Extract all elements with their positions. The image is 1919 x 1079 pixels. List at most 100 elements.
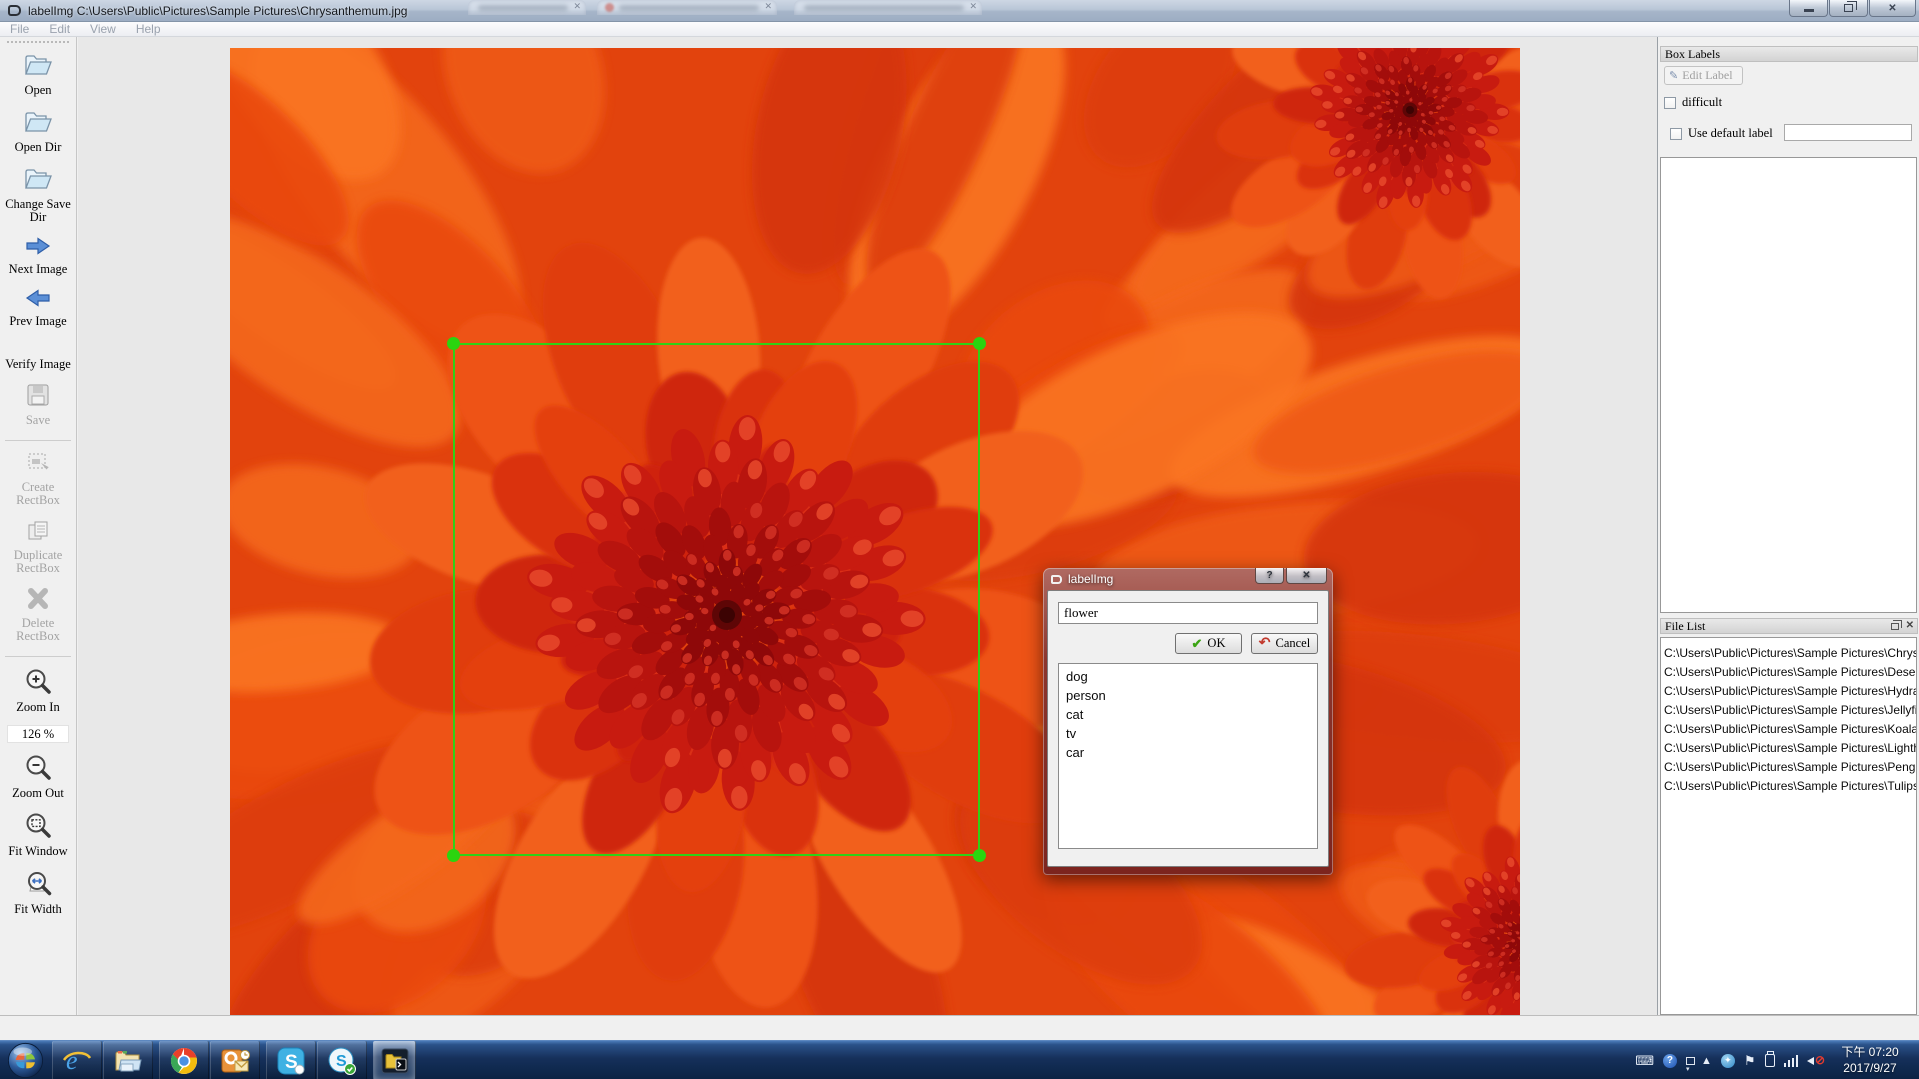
label-option-car[interactable]: car	[1059, 743, 1317, 762]
rectbox-handle-topright[interactable]	[973, 337, 986, 350]
label-option-tv[interactable]: tv	[1059, 724, 1317, 743]
window-tray-icon[interactable]	[1686, 1057, 1695, 1065]
file-list-item[interactable]: C:\Users\Public\Pictures\Sample Pictures…	[1661, 758, 1916, 777]
file-list[interactable]: C:\Users\Public\Pictures\Sample Pictures…	[1660, 637, 1917, 1015]
close-button[interactable]: ✕	[1869, 0, 1916, 17]
status-bar	[0, 1015, 1919, 1040]
taskbar-labelimg[interactable]	[373, 1041, 416, 1079]
annotation-rectbox[interactable]	[453, 343, 980, 856]
rectbox-handle-bottomleft[interactable]	[447, 849, 460, 862]
file-list-item[interactable]: C:\Users\Public\Pictures\Sample Pictures…	[1661, 682, 1916, 701]
label-options-list[interactable]: dog person cat tv car	[1058, 663, 1318, 849]
zoom-out-icon	[24, 753, 52, 786]
box-labels-list[interactable]	[1660, 157, 1917, 613]
file-list-item[interactable]: C:\Users\Public\Pictures\Sample Pictures…	[1661, 777, 1916, 796]
change-save-dir-button[interactable]: Change Save Dir	[0, 165, 76, 224]
delete-rectbox-icon	[25, 586, 51, 616]
window-controls: ✕	[1788, 0, 1916, 17]
menu-file[interactable]: File	[0, 22, 39, 36]
rectbox-handle-bottomright[interactable]	[973, 849, 986, 862]
taskbar-skype-business[interactable]: S	[317, 1041, 367, 1079]
titlebar: labelImg C:\Users\Public\Pictures\Sample…	[0, 0, 1919, 22]
device-tray-icon[interactable]	[1765, 1054, 1775, 1067]
labelimg-taskbar-icon	[381, 1047, 409, 1075]
zoom-in-icon	[24, 667, 52, 700]
help-tray-icon[interactable]: ?	[1663, 1054, 1677, 1068]
restore-button[interactable]	[1829, 0, 1868, 17]
outlook-icon	[220, 1047, 250, 1075]
dialog-app-icon	[1051, 575, 1062, 584]
file-list-item[interactable]: C:\Users\Public\Pictures\Sample Pictures…	[1661, 644, 1916, 663]
taskbar-skype[interactable]: S	[266, 1041, 316, 1079]
file-list-item[interactable]: C:\Users\Public\Pictures\Sample Pictures…	[1661, 739, 1916, 758]
messenger-tray-icon[interactable]: ✦	[1721, 1054, 1735, 1068]
dialog-body: ✔ OK ↶ Cancel dog person cat tv car	[1047, 590, 1329, 867]
prev-image-button[interactable]: Prev Image	[0, 287, 76, 328]
duplicate-rectbox-button[interactable]: Duplicate RectBox	[0, 518, 76, 575]
rectbox-handle-topleft[interactable]	[447, 337, 460, 350]
box-labels-header[interactable]: Box Labels	[1660, 46, 1918, 62]
window-title: labelImg C:\Users\Public\Pictures\Sample…	[28, 4, 407, 18]
restore-icon	[1844, 4, 1853, 12]
verify-image-button[interactable]: Verify Image	[0, 339, 76, 371]
edit-label-button[interactable]: ✎ Edit Label	[1664, 66, 1743, 85]
minimize-button[interactable]	[1789, 0, 1828, 17]
keyboard-icon[interactable]: ⌨	[1635, 1053, 1654, 1069]
taskbar-internet-explorer[interactable]: e	[52, 1041, 102, 1079]
label-option-dog[interactable]: dog	[1059, 667, 1317, 686]
zoom-in-button[interactable]: Zoom In	[0, 667, 76, 714]
cancel-button[interactable]: ↶ Cancel	[1251, 633, 1318, 654]
menu-edit[interactable]: Edit	[39, 22, 80, 36]
zoom-out-button[interactable]: Zoom Out	[0, 753, 76, 800]
clock-time: 下午 07:20	[1825, 1044, 1915, 1060]
next-image-button[interactable]: Next Image	[0, 235, 76, 276]
action-center-flag-icon[interactable]: ⚑	[1744, 1053, 1756, 1069]
save-icon	[25, 382, 51, 413]
chrome-icon	[170, 1047, 198, 1075]
label-option-cat[interactable]: cat	[1059, 705, 1317, 724]
label-option-person[interactable]: person	[1059, 686, 1317, 705]
dialog-title: labelImg	[1068, 572, 1113, 586]
close-panel-icon[interactable]: ✕	[1906, 621, 1914, 631]
save-button[interactable]: Save	[0, 382, 76, 427]
ghost-tab-1: ✕	[468, 0, 586, 15]
float-panel-icon[interactable]	[1891, 623, 1899, 630]
menu-view[interactable]: View	[80, 22, 126, 36]
tray-clock[interactable]: 下午 07:20 2017/9/27	[1825, 1044, 1915, 1076]
menu-help[interactable]: Help	[126, 22, 171, 36]
toolbar-separator	[5, 656, 71, 657]
file-list-item[interactable]: C:\Users\Public\Pictures\Sample Pictures…	[1661, 663, 1916, 682]
volume-muted-icon[interactable]: ⊘	[1807, 1054, 1823, 1068]
dialog-help-button[interactable]: ?	[1255, 568, 1284, 584]
folder-open-icon	[23, 108, 53, 140]
taskbar-windows-explorer[interactable]	[103, 1041, 153, 1079]
start-button[interactable]	[7, 1042, 44, 1079]
undo-arrow-icon: ↶	[1259, 635, 1271, 652]
ghost-tab-2: ✕	[597, 0, 777, 15]
use-default-label-checkbox[interactable]	[1670, 128, 1682, 140]
use-default-label-text: Use default label	[1688, 126, 1773, 141]
file-list-header[interactable]: File List ✕	[1660, 618, 1918, 634]
image-canvas[interactable]	[78, 37, 1658, 1015]
default-label-input[interactable]	[1784, 124, 1912, 141]
dialog-titlebar[interactable]: labelImg ? ✕	[1047, 568, 1329, 590]
fit-window-button[interactable]: Fit Window	[0, 811, 76, 858]
toolbar-handle[interactable]	[7, 41, 69, 43]
open-button[interactable]: Open	[0, 51, 76, 97]
label-name-input[interactable]	[1058, 602, 1318, 624]
file-list-item[interactable]: C:\Users\Public\Pictures\Sample Pictures…	[1661, 701, 1916, 720]
arrow-left-icon	[24, 287, 52, 314]
network-signal-icon[interactable]	[1784, 1055, 1799, 1067]
create-rectbox-button[interactable]: Create RectBox	[0, 451, 76, 507]
zoom-level-field[interactable]: 126 %	[7, 725, 69, 743]
delete-rectbox-button[interactable]: Delete RectBox	[0, 586, 76, 643]
taskbar-chrome[interactable]	[159, 1041, 209, 1079]
file-list-item[interactable]: C:\Users\Public\Pictures\Sample Pictures…	[1661, 720, 1916, 739]
fit-width-button[interactable]: Fit Width	[0, 869, 76, 916]
open-dir-button[interactable]: Open Dir	[0, 108, 76, 154]
show-hidden-icons[interactable]: ▲	[1701, 1055, 1712, 1067]
taskbar-outlook[interactable]	[210, 1041, 260, 1079]
ok-button[interactable]: ✔ OK	[1175, 633, 1242, 654]
dialog-close-button[interactable]: ✕	[1286, 568, 1327, 584]
difficult-checkbox[interactable]	[1664, 97, 1676, 109]
